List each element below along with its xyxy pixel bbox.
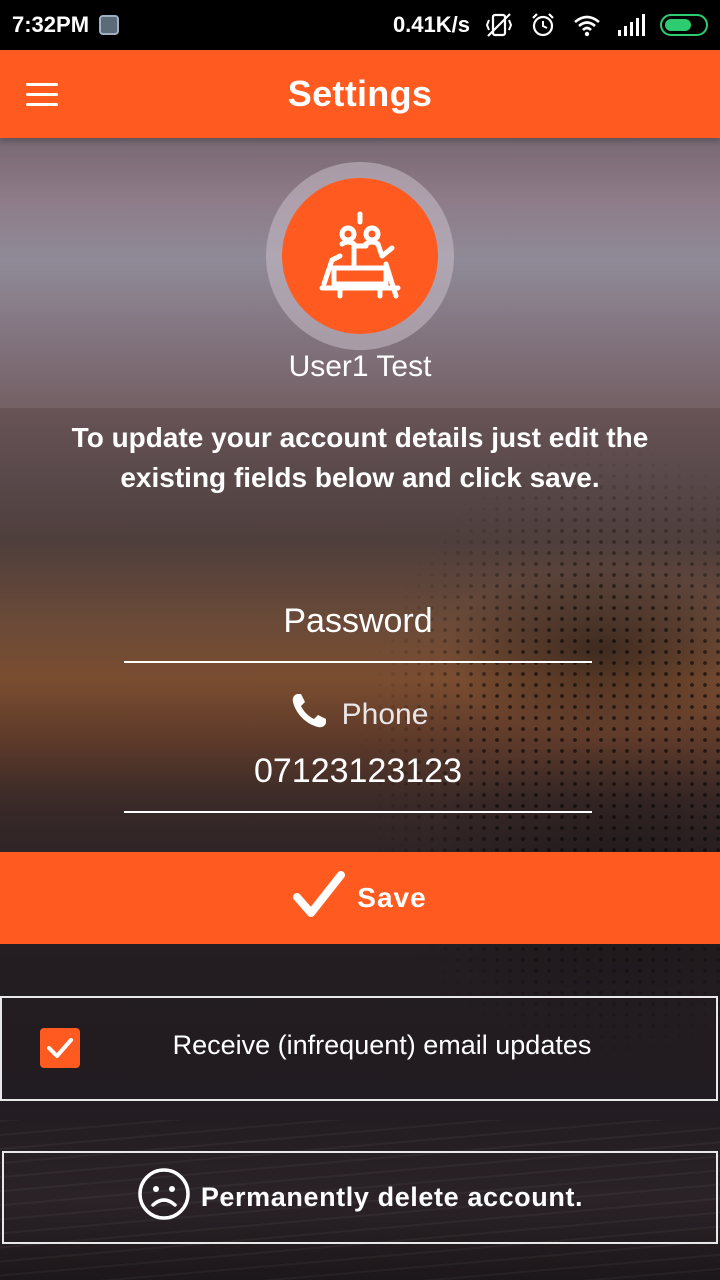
password-input[interactable]: Password — [124, 602, 592, 641]
signal-icon — [616, 12, 646, 38]
save-button[interactable]: Save — [0, 852, 720, 944]
network-speed: 0.41K/s — [392, 12, 470, 37]
battery-icon — [660, 14, 708, 36]
alarm-icon — [528, 12, 558, 38]
avatar[interactable] — [266, 162, 454, 350]
phone-underline — [124, 811, 592, 813]
page-title: Settings — [287, 73, 433, 114]
people-at-table-icon — [282, 178, 438, 334]
intro-text: To update your account details just edit… — [71, 422, 649, 493]
phone-label-row: Phone — [124, 690, 592, 740]
sad-face-icon — [137, 1167, 191, 1228]
delete-account-button[interactable]: Permanently delete account. — [2, 1151, 718, 1244]
phone-label: Phone — [341, 698, 429, 731]
status-time: 7:32PM — [12, 12, 90, 37]
app-bar: Settings — [0, 50, 720, 138]
status-bar: 7:32PM 0.41K/s — [0, 0, 720, 50]
app-notification-icon — [99, 15, 120, 35]
status-right-group: 0.41K/s — [393, 12, 708, 38]
save-label: Save — [357, 882, 427, 913]
vibrate-off-icon — [484, 12, 514, 38]
delete-account-label: Permanently delete account. — [200, 1182, 584, 1212]
wifi-icon — [572, 12, 602, 38]
checkmark-icon — [293, 870, 346, 926]
phone-input[interactable]: 07123123123 — [124, 752, 592, 791]
email-updates-checkbox[interactable] — [40, 1028, 80, 1068]
hamburger-menu-icon[interactable] — [26, 74, 68, 114]
phone-icon — [288, 690, 330, 740]
email-updates-label: Receive (infrequent) email updates — [172, 1030, 592, 1060]
user-name: User1 Test — [288, 350, 432, 383]
password-underline — [124, 661, 592, 663]
email-updates-row[interactable]: Receive (infrequent) email updates — [0, 996, 718, 1101]
